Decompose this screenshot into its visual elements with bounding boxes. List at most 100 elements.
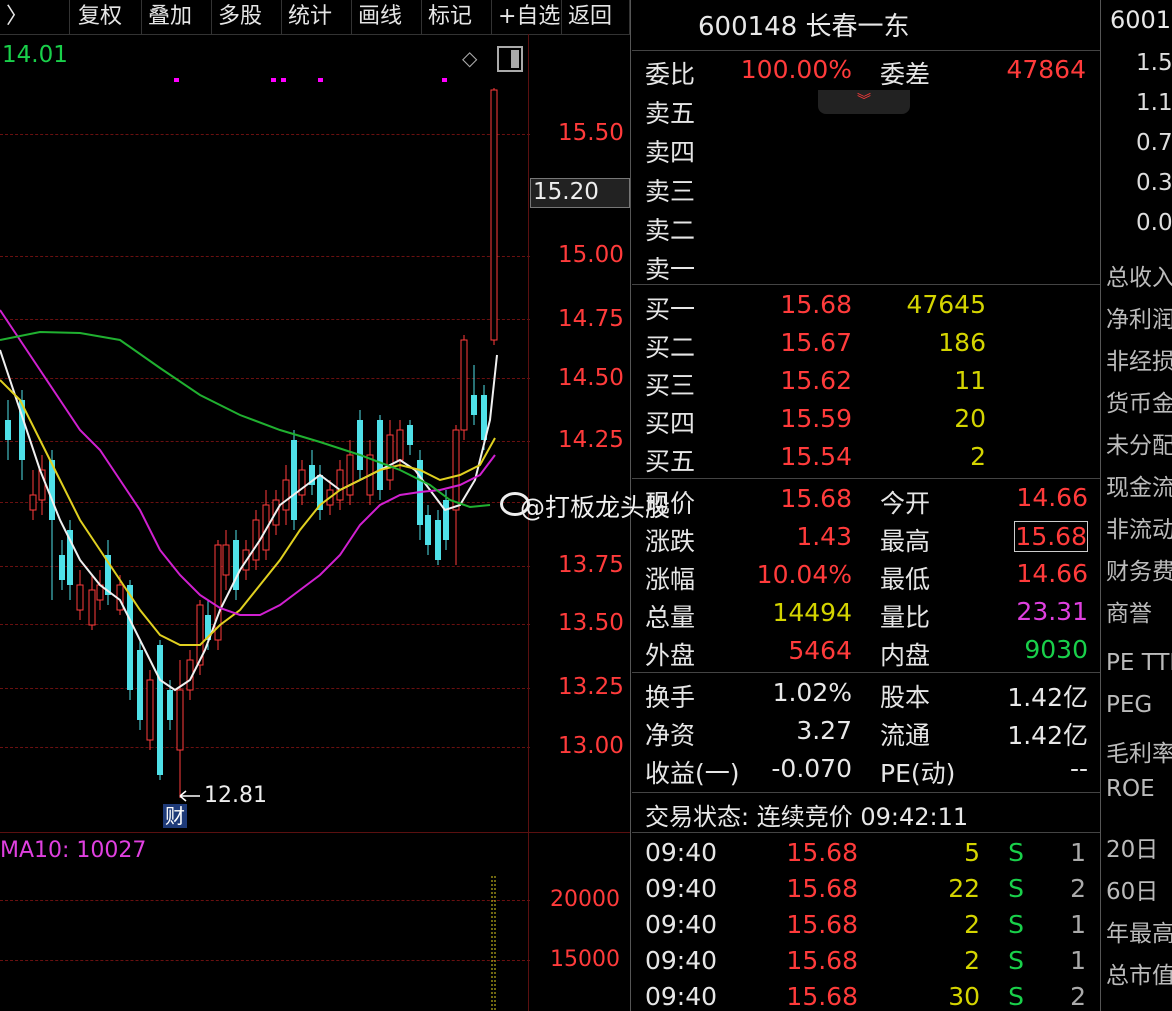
volume-bar (491, 876, 496, 1011)
financial-report-marker[interactable]: 财 (163, 804, 187, 828)
tick-price: 15.68 (786, 982, 858, 1011)
price-tick-13-00: 13.00 (558, 733, 624, 759)
fund-value: 3.27 (796, 716, 852, 745)
toolbar-duogu[interactable]: 多股 (212, 0, 282, 34)
candle-body (471, 395, 477, 415)
toolbar-fuquan[interactable]: 复权 (72, 0, 142, 34)
candle-body (490, 89, 498, 341)
buy-row-label: 买二 (645, 333, 696, 362)
tick-volume: 30 (948, 982, 980, 1011)
stat-label: 外盘 (645, 641, 696, 670)
tick-time: 09:40 (645, 982, 718, 1011)
candle-body (5, 420, 11, 440)
tick-side: S (1008, 946, 1024, 975)
stat-value: 9030 (1024, 635, 1088, 664)
tick-count: 1 (1070, 910, 1086, 939)
tick-side: S (1008, 874, 1024, 903)
side-number: 1.1 (1136, 90, 1172, 116)
stat-label: 涨幅 (645, 565, 696, 594)
back-arrow[interactable]: 〉 (0, 0, 70, 34)
candlestick-chart (0, 78, 498, 802)
candle-body (29, 494, 37, 511)
toolbar-biaoji[interactable]: 标记 (422, 0, 492, 34)
candle-body (435, 520, 441, 560)
candle-body (76, 584, 84, 611)
price-tick-13-75: 13.75 (558, 552, 624, 578)
fund-label: 股本 (880, 683, 931, 712)
side-item: 毛利率 (1106, 741, 1172, 767)
weicha-label: 委差 (880, 60, 931, 89)
buy-row-price: 15.54 (780, 442, 852, 471)
side-item: 非流动 (1106, 517, 1172, 543)
fund-label: 收益(一) (645, 759, 740, 788)
trade-status: 交易状态: 连续竞价 09:42:11 (645, 803, 969, 831)
side-item: ROE (1106, 776, 1155, 802)
stock-title: 600148 长春一东 (698, 12, 910, 42)
stat-value: 10.04% (756, 560, 852, 589)
tick-count: 1 (1070, 946, 1086, 975)
buy-row-qty: 20 (954, 404, 986, 433)
candle-body (222, 544, 230, 576)
side-item: 货币金 (1106, 391, 1172, 417)
stat-value: 14.66 (1016, 483, 1088, 512)
price-tick-14-25: 14.25 (558, 427, 624, 453)
side-item: PEG (1106, 692, 1153, 718)
price-tick-15-00: 15.00 (558, 242, 624, 268)
candle-body (443, 500, 449, 540)
side-item: 非经损 (1106, 349, 1172, 375)
candle-body (176, 689, 184, 751)
fund-label: 换手 (645, 683, 696, 712)
price-tick-14-75: 14.75 (558, 306, 624, 332)
toolbar-zixuan[interactable]: +自选 (492, 0, 562, 34)
candle-body (452, 429, 460, 511)
expand-chevron-icon[interactable]: ︾ (818, 90, 910, 114)
candle-body (127, 585, 133, 690)
price-tick-13-25: 13.25 (558, 674, 624, 700)
side-item: 总市值 (1106, 963, 1172, 989)
fund-value: -- (1069, 754, 1088, 783)
stat-label: 涨跌 (645, 527, 696, 556)
buy-row-label: 买一 (645, 295, 696, 324)
sell-row-label: 卖一 (645, 255, 696, 284)
buy-row-qty: 2 (970, 442, 986, 471)
sell-row-label: 卖三 (645, 177, 696, 206)
candle-body (157, 645, 163, 775)
fund-label: 流通 (880, 721, 931, 750)
fund-value: 1.42亿 (1007, 683, 1088, 712)
side-item: 净利润 (1106, 307, 1172, 333)
tick-side: S (1008, 910, 1024, 939)
buy-row-qty: 47645 (906, 290, 986, 319)
buy-row-label: 买五 (645, 447, 696, 476)
tick-time: 09:40 (645, 838, 718, 867)
vol-tick-20000: 20000 (550, 887, 620, 912)
side-item: 20日 (1106, 837, 1159, 863)
fund-value: -0.070 (771, 754, 852, 783)
toolbar-huaxian[interactable]: 画线 (352, 0, 422, 34)
sell-row-label: 卖五 (645, 99, 696, 128)
tick-volume: 2 (964, 946, 980, 975)
candle-body (386, 434, 394, 481)
stat-value: 15.68 (780, 484, 852, 513)
candle-body (146, 679, 154, 741)
toolbar-tongji[interactable]: 统计 (282, 0, 352, 34)
side-number: 0.7 (1136, 130, 1172, 156)
side-number: 0.3 (1136, 170, 1172, 196)
side-item: 未分配 (1106, 433, 1172, 459)
toolbar-fanhui[interactable]: 返回 (562, 0, 630, 34)
price-tick-15-50: 15.50 (558, 120, 624, 146)
stat-label: 量比 (880, 603, 931, 632)
stat-value: 5464 (788, 636, 852, 665)
stat-value: 23.31 (1016, 597, 1088, 626)
candle-body (291, 440, 297, 520)
fund-value: 1.42亿 (1007, 721, 1088, 750)
stat-label: 最高 (880, 527, 931, 556)
tick-time: 09:40 (645, 946, 718, 975)
candle-body (137, 650, 143, 720)
tick-price: 15.68 (786, 910, 858, 939)
toolbar-diejia[interactable]: 叠加 (142, 0, 212, 34)
price-tick-13-50: 13.50 (558, 610, 624, 636)
low-price-label: 12.81 (204, 783, 267, 808)
side-item: 年最高 (1106, 921, 1172, 947)
weicha-value: 47864 (1006, 55, 1086, 84)
price-tick-14-50: 14.50 (558, 365, 624, 391)
